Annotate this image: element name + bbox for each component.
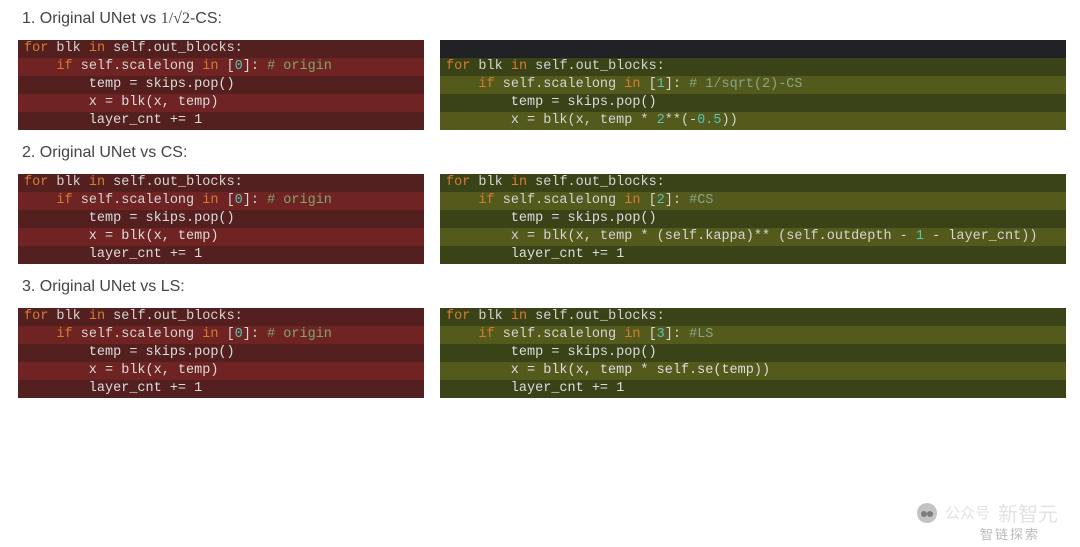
watermark-name: 新智元 — [998, 498, 1058, 527]
h1-math: 1/√2 — [161, 10, 190, 28]
code-line: if self.scalelong in [0]: # origin — [18, 192, 424, 210]
code-line: if self.scalelong in [2]: #CS — [440, 192, 1066, 210]
code-pair-2: for blk in self.out_blocks: if self.scal… — [18, 174, 1062, 264]
code-block-origin-1: for blk in self.out_blocks: if self.scal… — [18, 40, 424, 130]
code-line: x = blk(x, temp) — [18, 94, 424, 112]
code-line: layer_cnt += 1 — [18, 380, 424, 398]
code-line — [440, 40, 1066, 58]
code-line: for blk in self.out_blocks: — [440, 58, 1066, 76]
code-line: layer_cnt += 1 — [440, 246, 1066, 264]
code-line: if self.scalelong in [0]: # origin — [18, 58, 424, 76]
code-line: for blk in self.out_blocks: — [440, 308, 1066, 326]
wechat-icon — [917, 503, 937, 523]
code-pair-1: for blk in self.out_blocks: if self.scal… — [18, 40, 1062, 130]
code-block-cs: for blk in self.out_blocks: if self.scal… — [440, 174, 1066, 264]
code-line: if self.scalelong in [1]: # 1/sqrt(2)-CS — [440, 76, 1066, 94]
h1-text-pre: 1. Original UNet vs — [22, 10, 161, 27]
code-line: x = blk(x, temp) — [18, 228, 424, 246]
code-line: temp = skips.pop() — [18, 76, 424, 94]
watermark: 公众号 新智元 — [917, 498, 1058, 527]
code-line: if self.scalelong in [3]: #LS — [440, 326, 1066, 344]
code-line: layer_cnt += 1 — [18, 246, 424, 264]
code-line: x = blk(x, temp * (self.kappa)** (self.o… — [440, 228, 1066, 246]
code-line: x = blk(x, temp * self.se(temp)) — [440, 362, 1066, 380]
code-line: temp = skips.pop() — [18, 344, 424, 362]
code-line: for blk in self.out_blocks: — [18, 308, 424, 326]
code-line: temp = skips.pop() — [440, 94, 1066, 112]
code-line: if self.scalelong in [0]: # origin — [18, 326, 424, 344]
code-line: x = blk(x, temp) — [18, 362, 424, 380]
code-line: temp = skips.pop() — [18, 210, 424, 228]
code-line: temp = skips.pop() — [440, 344, 1066, 362]
watermark-sub: 智链探索 — [980, 524, 1040, 543]
watermark-prefix: 公众号 — [945, 502, 990, 523]
code-line: for blk in self.out_blocks: — [18, 40, 424, 58]
code-block-sqrt2cs: for blk in self.out_blocks: if self.scal… — [440, 40, 1066, 130]
code-line: for blk in self.out_blocks: — [440, 174, 1066, 192]
code-line: layer_cnt += 1 — [18, 112, 424, 130]
code-line: layer_cnt += 1 — [440, 380, 1066, 398]
code-pair-3: for blk in self.out_blocks: if self.scal… — [18, 308, 1062, 398]
code-block-origin-3: for blk in self.out_blocks: if self.scal… — [18, 308, 424, 398]
code-line: x = blk(x, temp * 2**(-0.5)) — [440, 112, 1066, 130]
code-line: for blk in self.out_blocks: — [18, 174, 424, 192]
section-heading-2: 2. Original UNet vs CS: — [22, 144, 1080, 162]
h1-text-post: -CS: — [190, 10, 222, 27]
section-heading-3: 3. Original UNet vs LS: — [22, 278, 1080, 296]
section-heading-1: 1. Original UNet vs 1/√2-CS: — [22, 10, 1080, 28]
code-block-ls: for blk in self.out_blocks: if self.scal… — [440, 308, 1066, 398]
code-line: temp = skips.pop() — [440, 210, 1066, 228]
code-block-origin-2: for blk in self.out_blocks: if self.scal… — [18, 174, 424, 264]
